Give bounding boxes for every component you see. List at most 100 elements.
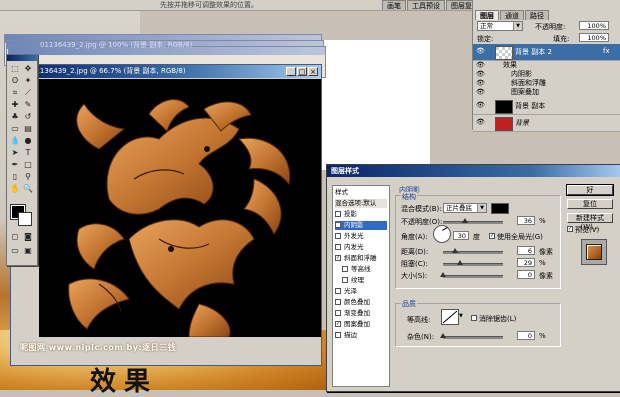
dialog-title-bar[interactable]: 图层样式: [327, 165, 620, 177]
eraser-tool-icon[interactable]: ▭: [9, 123, 21, 134]
antialias-checkbox[interactable]: [471, 315, 477, 321]
slider-knob[interactable]: [440, 272, 446, 277]
checkbox-checked[interactable]: ✓: [335, 321, 341, 327]
lasso-tool-icon[interactable]: ʘ: [9, 75, 21, 86]
distance-field[interactable]: 6: [517, 246, 535, 255]
layer-fill-field[interactable]: 100%: [579, 33, 609, 42]
checkbox-checked[interactable]: ✓: [335, 222, 341, 228]
opacity-slider[interactable]: [443, 218, 503, 224]
tab-layers[interactable]: 图层: [475, 10, 499, 20]
checkbox[interactable]: [335, 288, 341, 294]
history-brush-tool-icon[interactable]: ↺: [22, 111, 34, 122]
layer-blend-mode-select[interactable]: 正常 ▼: [477, 21, 523, 31]
contour-picker[interactable]: [441, 309, 459, 325]
checkbox-checked[interactable]: ✓: [335, 255, 341, 261]
shape-tool-icon[interactable]: □: [22, 159, 34, 170]
gradient-tool-icon[interactable]: ▤: [22, 123, 34, 134]
ok-button[interactable]: 好: [566, 184, 614, 196]
style-list-item-texture[interactable]: 纹理: [335, 276, 387, 285]
document-window[interactable]: 01136439_2.jpg @ 66.7% (背景 副本, RGB/8) _ …: [10, 64, 322, 366]
slider-knob[interactable]: [461, 218, 468, 223]
checkbox[interactable]: [342, 266, 348, 272]
eye-icon[interactable]: 👁: [476, 102, 485, 109]
noise-slider[interactable]: [440, 333, 503, 339]
effect-row-pattern-overlay[interactable]: 👁 图案叠加: [473, 88, 620, 97]
slider-knob[interactable]: [440, 333, 446, 338]
preview-checkbox[interactable]: ✓: [567, 226, 573, 232]
move-tool-icon[interactable]: ✥: [22, 63, 34, 74]
style-list-item-bevel-emboss[interactable]: ✓ 斜面和浮雕: [335, 254, 387, 263]
magic-wand-tool-icon[interactable]: ✦: [22, 75, 34, 86]
checkbox[interactable]: [335, 233, 341, 239]
slice-tool-icon[interactable]: ⟋: [22, 87, 34, 98]
reset-button[interactable]: 复位: [567, 199, 613, 209]
brush-tool-icon[interactable]: ✎: [22, 99, 34, 110]
document-title-bar[interactable]: 01136439_2.jpg @ 66.7% (背景 副本, RGB/8) _ …: [11, 65, 321, 78]
toolbox-title-bar[interactable]: [7, 55, 37, 61]
style-list-item-stroke[interactable]: 描边: [335, 331, 387, 340]
clone-stamp-tool-icon[interactable]: ♣: [9, 111, 21, 122]
size-slider[interactable]: [440, 272, 503, 278]
tab-brushes[interactable]: 画笔: [382, 0, 406, 10]
eyedropper-tool-icon[interactable]: ⚲: [22, 171, 34, 182]
eye-icon[interactable]: 👁: [476, 80, 485, 87]
checkbox[interactable]: [335, 244, 341, 250]
size-field[interactable]: 0: [517, 270, 535, 279]
noise-field[interactable]: 0: [517, 331, 535, 340]
opacity-field[interactable]: 36: [517, 216, 535, 225]
pen-tool-icon[interactable]: ✒: [9, 159, 21, 170]
crop-tool-icon[interactable]: ⌗: [9, 87, 21, 98]
choke-field[interactable]: 29: [517, 258, 535, 267]
chevron-down-icon[interactable]: ▼: [459, 313, 465, 319]
eye-icon[interactable]: 👁: [476, 62, 485, 69]
eye-icon[interactable]: 👁: [476, 119, 485, 126]
path-selection-tool-icon[interactable]: ➤: [9, 147, 21, 158]
fx-icon[interactable]: fx: [603, 47, 610, 55]
style-list-item-color-overlay[interactable]: 颜色叠加: [335, 298, 387, 307]
minimize-button[interactable]: _: [286, 67, 296, 76]
layer-row-bg-copy-2[interactable]: 👁 背景 副本 2 fx: [473, 44, 620, 61]
layer-opacity-field[interactable]: 100%: [579, 21, 609, 30]
style-list-item-contour[interactable]: 等高线: [335, 265, 387, 274]
layer-row-background[interactable]: 👁 背景: [473, 115, 620, 132]
style-list-item-gradient-overlay[interactable]: 渐变叠加: [335, 309, 387, 318]
slider-knob[interactable]: [452, 248, 458, 253]
eye-icon[interactable]: 👁: [476, 71, 485, 78]
type-tool-icon[interactable]: T: [22, 147, 34, 158]
new-style-button[interactable]: 新建样式(W)...: [567, 213, 613, 231]
style-list-item-outer-glow[interactable]: 外发光: [335, 232, 387, 241]
zoom-tool-icon[interactable]: 🔍: [22, 183, 34, 194]
screen-mode-icon[interactable]: ▭: [9, 245, 21, 256]
tab-tool-presets[interactable]: 工具预设: [407, 0, 445, 10]
slider-knob[interactable]: [457, 260, 464, 265]
full-screen-mode-icon[interactable]: ▣: [22, 245, 34, 256]
eye-icon[interactable]: 👁: [476, 48, 485, 55]
layer-effects-header[interactable]: 👁 效果: [473, 61, 620, 70]
effect-row-inner-shadow[interactable]: 👁 内阴影: [473, 70, 620, 79]
eye-icon[interactable]: 👁: [476, 89, 485, 96]
effect-row-bevel-emboss[interactable]: 👁 斜面和浮雕: [473, 79, 620, 88]
style-list-item-pattern-overlay[interactable]: ✓ 图案叠加: [335, 320, 387, 329]
close-button[interactable]: ×: [308, 67, 318, 76]
checkbox[interactable]: [335, 310, 341, 316]
marquee-tool-icon[interactable]: ⬚: [9, 63, 21, 74]
style-list-item-styles[interactable]: 样式: [335, 188, 387, 197]
distance-slider[interactable]: [443, 248, 503, 254]
hand-tool-icon[interactable]: ✋: [9, 183, 21, 194]
shadow-color-swatch[interactable]: [491, 203, 509, 214]
dodge-tool-icon[interactable]: ●: [22, 135, 34, 146]
style-list-item-satin[interactable]: 光泽: [335, 287, 387, 296]
blend-mode-select[interactable]: 正片叠底 ▼: [443, 203, 487, 213]
maximize-button[interactable]: □: [297, 67, 307, 76]
style-list-item-blending-options[interactable]: 混合选项:默认: [335, 199, 387, 208]
healing-brush-tool-icon[interactable]: ✚: [9, 99, 21, 110]
background-color-swatch[interactable]: [18, 212, 32, 226]
style-list-item-inner-glow[interactable]: 内发光: [335, 243, 387, 252]
checkbox[interactable]: [335, 332, 341, 338]
standard-mode-icon[interactable]: ◻: [9, 231, 21, 242]
choke-slider[interactable]: [443, 260, 503, 266]
style-list-item-inner-shadow[interactable]: ✓ 内阴影: [335, 221, 387, 230]
layer-row-bg-copy[interactable]: 👁 背景 副本: [473, 98, 620, 115]
blur-tool-icon[interactable]: 💧: [9, 135, 21, 146]
image-canvas[interactable]: [39, 79, 321, 337]
